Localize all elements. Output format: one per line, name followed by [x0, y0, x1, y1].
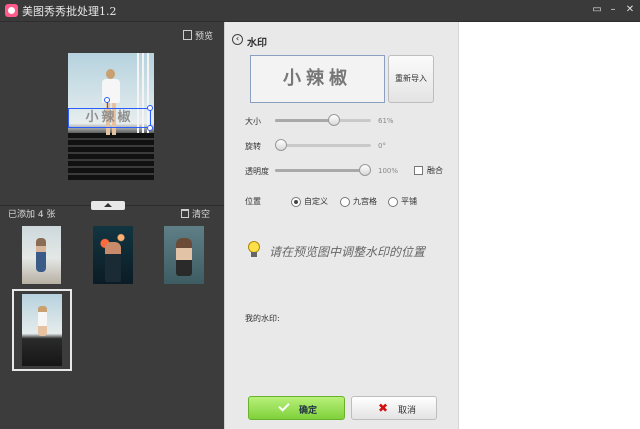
rotate-label: 旋转 [245, 142, 261, 151]
thumbnail-4-selected[interactable] [12, 289, 72, 371]
title-bar: 美图秀秀批处理1.2 ▭ – ✕ [0, 0, 640, 22]
watermark-preview: 小辣椒 [250, 55, 385, 103]
radio-tile-label: 平铺 [401, 197, 417, 206]
preview-icon [183, 30, 192, 40]
added-count: 已添加 4 张 [8, 210, 56, 220]
photo-figure [106, 69, 115, 79]
radio-nine-grid[interactable] [340, 197, 350, 207]
size-slider[interactable] [275, 114, 371, 126]
thumbnail-3[interactable] [164, 226, 204, 284]
watermark-panel: ‹ 水印 小辣椒 重新导入 大小 61% 旋转 0° 透明度 100% 融合 位… [224, 22, 458, 429]
rotate-slider[interactable] [275, 139, 371, 151]
opacity-value: 100% [378, 167, 399, 175]
expand-arrow-icon[interactable] [91, 201, 125, 210]
ok-button[interactable]: 确定 [248, 396, 345, 420]
opacity-slider[interactable] [275, 164, 371, 176]
rotate-handle[interactable] [104, 97, 110, 103]
check-icon [278, 400, 290, 412]
reimport-button[interactable]: 重新导入 [388, 55, 434, 103]
thumbnail-2[interactable] [93, 226, 133, 284]
ok-label: 确定 [299, 406, 318, 416]
hint-text: 请在预览图中调整水印的位置 [269, 245, 426, 259]
radio-custom-label: 自定义 [304, 197, 328, 206]
position-label: 位置 [245, 197, 261, 206]
watermark-overlay-text: 小辣椒 [85, 110, 134, 125]
resize-handle-bottom-right[interactable] [147, 125, 153, 131]
back-arrow-icon[interactable]: ‹ [232, 34, 243, 45]
thumbnail-1[interactable] [22, 226, 61, 284]
app-logo-icon [5, 4, 18, 17]
preview-label: 预览 [195, 32, 214, 42]
blend-label: 融合 [427, 166, 443, 175]
clear-button[interactable]: 清空 [181, 207, 210, 220]
radio-custom[interactable] [291, 197, 301, 207]
watermark-selection-box[interactable]: 小辣椒 [68, 108, 151, 128]
opacity-label: 透明度 [245, 167, 269, 176]
size-value: 61% [378, 117, 394, 125]
rotate-slider-knob[interactable] [275, 139, 287, 151]
radio-tile[interactable] [388, 197, 398, 207]
size-label: 大小 [245, 117, 261, 126]
cancel-button[interactable]: ✖ 取消 [351, 396, 437, 420]
preview-button[interactable]: 预览 [183, 29, 213, 42]
close-button[interactable]: ✕ [623, 3, 637, 17]
rotate-value: 0° [378, 142, 386, 150]
my-watermark-label: 我的水印: [245, 314, 280, 323]
close-x-icon: ✖ [378, 401, 389, 415]
radio-nine-grid-label: 九宫格 [353, 197, 377, 206]
panel-title: 水印 [247, 38, 267, 49]
size-slider-knob[interactable] [328, 114, 340, 126]
left-panel: 预览 小辣椒 已添加 4 张 清空 [0, 22, 224, 429]
resize-handle-top-right[interactable] [147, 105, 153, 111]
opacity-slider-knob[interactable] [359, 164, 371, 176]
right-blank-area [458, 22, 640, 429]
trash-icon [181, 209, 189, 218]
blend-checkbox[interactable] [414, 166, 423, 175]
minimize-button[interactable]: – [606, 3, 620, 17]
menu-icon[interactable]: ▭ [590, 3, 604, 17]
bulb-icon [247, 240, 261, 258]
window-title: 美图秀秀批处理1.2 [22, 5, 117, 18]
clear-label: 清空 [192, 210, 211, 220]
cancel-label: 取消 [398, 406, 417, 416]
photo-stairs [68, 133, 154, 181]
